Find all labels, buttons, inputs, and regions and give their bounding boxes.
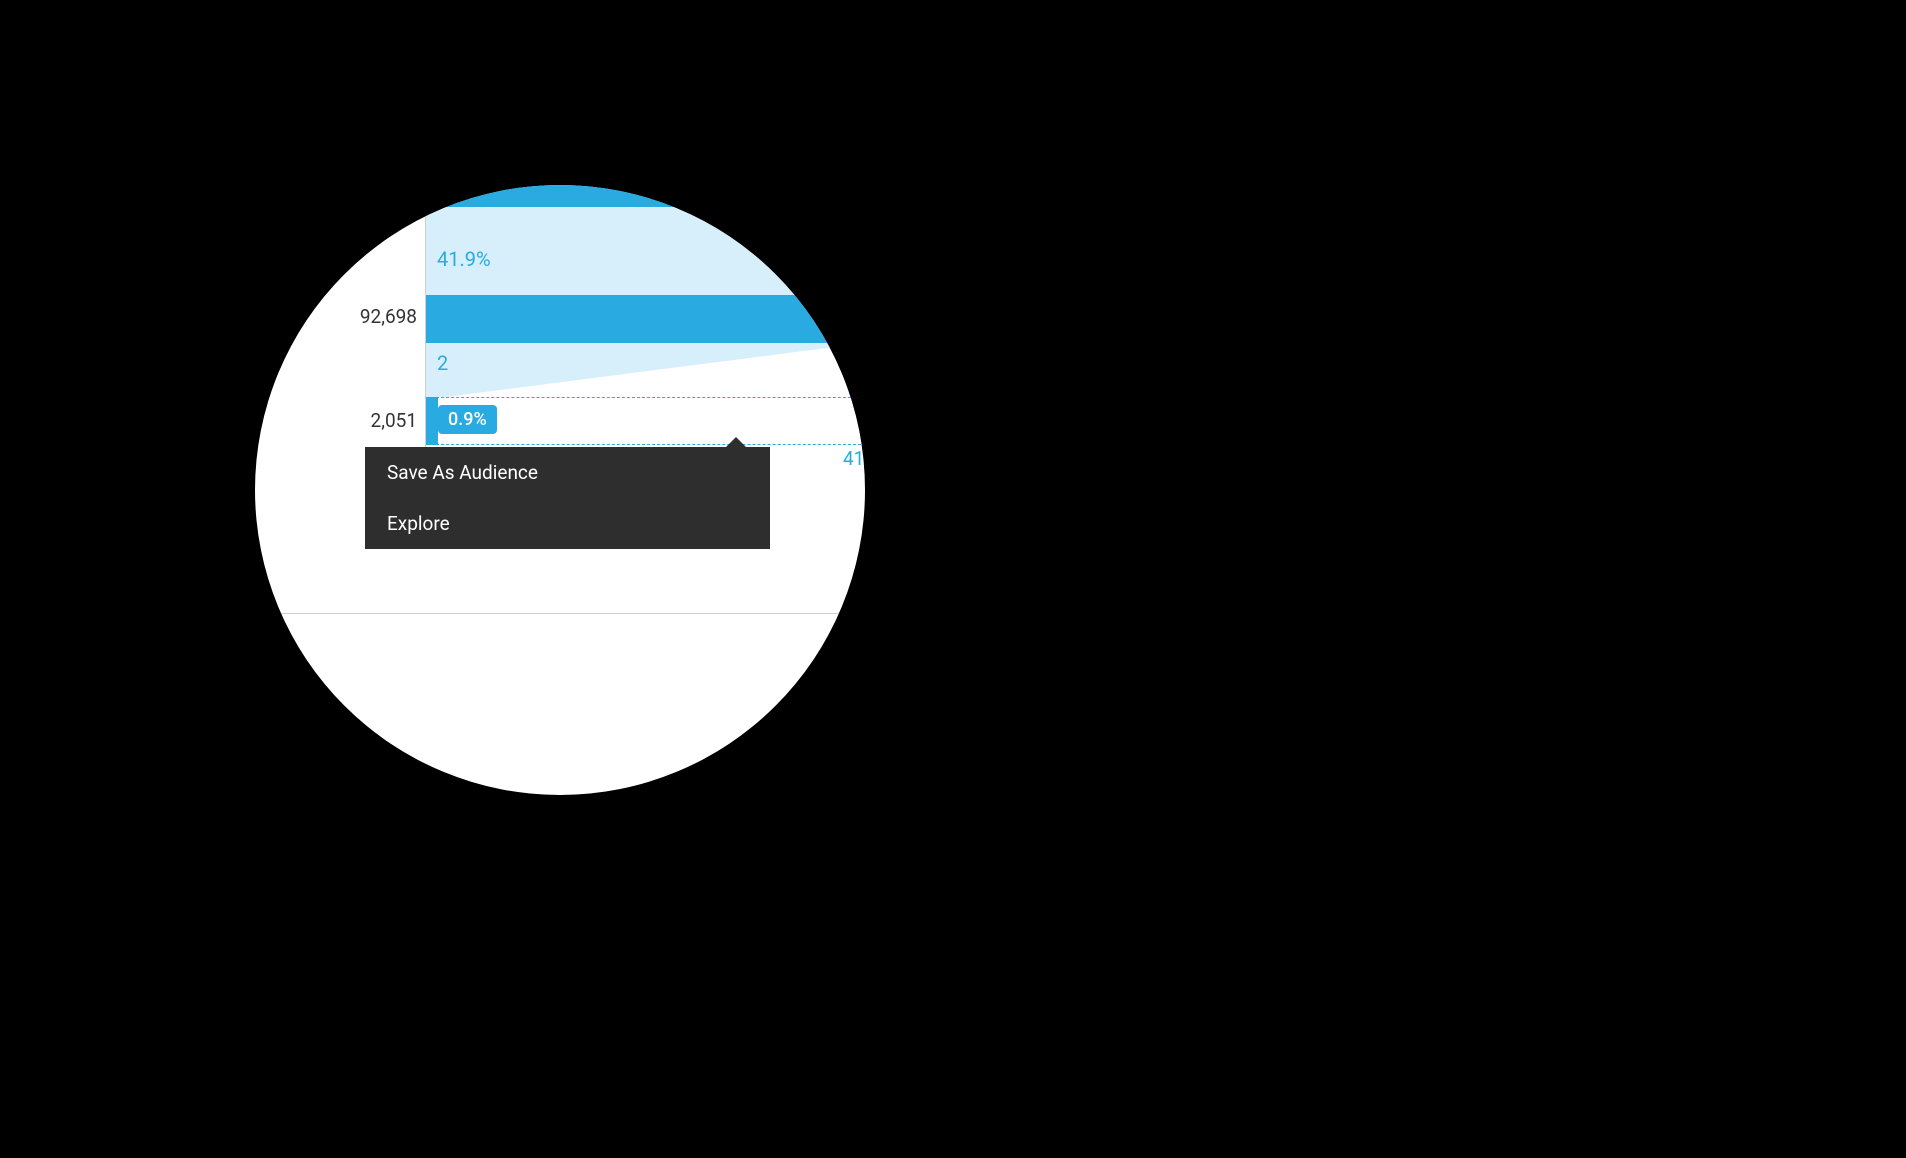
funnel-bar[interactable] [426, 295, 865, 343]
chart-spotlight-viewport: 92,698 2,051 41.9% 2 0.9% 41. Save As Au… [255, 185, 865, 795]
funnel-bar[interactable] [426, 185, 865, 207]
funnel-connector [426, 343, 865, 398]
context-menu: Save As Audience Explore [365, 447, 770, 549]
connector-percent-label-truncated: 41. [843, 447, 865, 470]
funnel-chart: 92,698 2,051 41.9% 2 0.9% 41. Save As Au… [255, 185, 865, 795]
connector-percent-label: 2 [437, 351, 448, 375]
section-divider [255, 613, 865, 614]
y-axis-value: 2,051 [267, 409, 417, 432]
connector-percent-label: 41.9% [437, 247, 491, 271]
menu-item-explore[interactable]: Explore [365, 498, 770, 549]
selected-percent-badge: 0.9% [438, 405, 497, 434]
funnel-bar-selected[interactable] [426, 397, 438, 445]
y-axis-value: 92,698 [267, 305, 417, 328]
menu-item-save-as-audience[interactable]: Save As Audience [365, 447, 770, 498]
funnel-connector [426, 207, 865, 295]
